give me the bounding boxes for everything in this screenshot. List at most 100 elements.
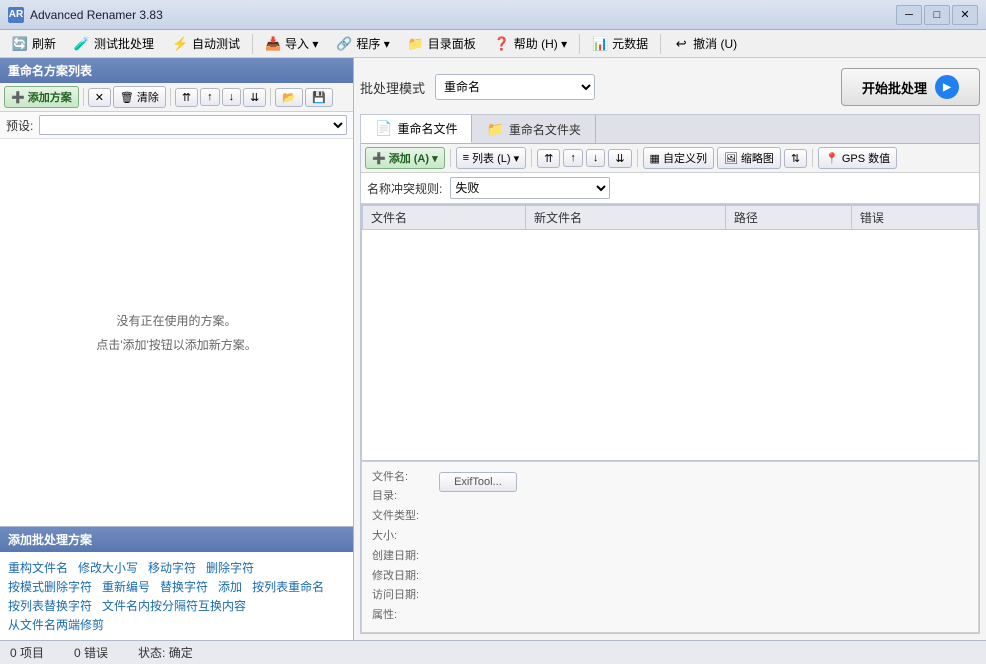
menu-help[interactable]: ❓ 帮助 (H) ▾ bbox=[486, 32, 575, 55]
program-icon: 🔗 bbox=[336, 36, 352, 52]
batch-link-case[interactable]: 修改大小写 bbox=[78, 558, 138, 577]
window-title: Advanced Renamer 3.83 bbox=[30, 8, 896, 22]
menu-bar: 🔄 刷新 🧪 测试批处理 ⚡ 自动测试 📥 导入 ▾ 🔗 程序 ▾ 📁 目录面板… bbox=[0, 30, 986, 58]
batch-link-delete-char[interactable]: 删除字符 bbox=[206, 558, 254, 577]
batch-link-list-rename[interactable]: 按列表重命名 bbox=[252, 577, 324, 596]
menu-batch-test-label: 测试批处理 bbox=[94, 35, 154, 52]
move-bottom-button[interactable]: ⇊ bbox=[243, 88, 266, 107]
rt-move-bottom[interactable]: ⇊ bbox=[608, 149, 631, 168]
file-table: 文件名 新文件名 路径 错误 bbox=[362, 205, 978, 230]
move-up-button[interactable]: ↑ bbox=[200, 88, 220, 106]
menu-undo-label: 撤消 (U) bbox=[693, 35, 737, 52]
maximize-button[interactable]: □ bbox=[924, 5, 950, 25]
minimize-button[interactable]: ─ bbox=[896, 5, 922, 25]
gps-icon: 📍 bbox=[825, 152, 839, 165]
batch-link-rename[interactable]: 重构文件名 bbox=[8, 558, 68, 577]
folder-icon: 📁 bbox=[486, 121, 503, 138]
exif-tool-button[interactable]: ExifTool... bbox=[439, 472, 517, 492]
file-icon: 📄 bbox=[375, 120, 392, 137]
add-batch-links: 重构文件名 修改大小写 移动字符 删除字符 按模式删除字符 重新编号 替换字符 … bbox=[0, 552, 353, 640]
add-batch-section: 添加批处理方案 重构文件名 修改大小写 移动字符 删除字符 按模式删除字符 重新… bbox=[0, 526, 353, 640]
batch-link-move-char[interactable]: 移动字符 bbox=[148, 558, 196, 577]
menu-batch-test[interactable]: 🧪 测试批处理 bbox=[66, 32, 162, 55]
window-controls: ─ □ ✕ bbox=[896, 5, 978, 25]
file-table-wrapper: 文件名 新文件名 路径 错误 bbox=[361, 204, 979, 461]
tab-rename-file-label: 重命名文件 bbox=[397, 120, 457, 137]
tab-rename-folder[interactable]: 📁 重命名文件夹 bbox=[472, 115, 595, 143]
batch-link-add[interactable]: 添加 bbox=[218, 577, 242, 596]
batch-mode-label: 批处理模式 bbox=[360, 78, 425, 97]
batch-mode-select[interactable]: 重命名 复制 移动 bbox=[435, 74, 595, 100]
col-error: 错误 bbox=[851, 206, 977, 230]
rt-move-up[interactable]: ↑ bbox=[563, 149, 583, 167]
menu-dir-panel-label: 目录面板 bbox=[428, 35, 476, 52]
status-bar: 0 项目 0 错误 状态: 确定 bbox=[0, 640, 986, 664]
add-file-button[interactable]: ➕ 添加 (A) ▾ bbox=[365, 147, 445, 169]
info-attr-label: 属性: bbox=[372, 606, 419, 626]
menu-auto-test[interactable]: ⚡ 自动测试 bbox=[164, 32, 248, 55]
menu-dir-panel[interactable]: 📁 目录面板 bbox=[400, 32, 484, 55]
menu-import-label: 导入 ▾ bbox=[285, 35, 318, 52]
delete-scheme-button[interactable]: ✕ bbox=[88, 88, 111, 107]
batch-link-trim[interactable]: 从文件名两端修剪 bbox=[8, 615, 104, 634]
info-type-label: 文件类型: bbox=[372, 507, 419, 527]
auto-test-icon: ⚡ bbox=[172, 36, 188, 52]
menu-help-label: 帮助 (H) ▾ bbox=[514, 35, 567, 52]
conflict-select[interactable]: 失败 跳过 覆盖 bbox=[450, 177, 610, 199]
move-top-button[interactable]: ⇈ bbox=[175, 88, 198, 107]
gps-label: GPS 数值 bbox=[842, 150, 890, 166]
menu-sep-1 bbox=[252, 34, 253, 54]
sort-icon: ⇅ bbox=[791, 152, 800, 165]
col-filename: 文件名 bbox=[363, 206, 526, 230]
add-file-label: 添加 (A) ▾ bbox=[389, 150, 438, 166]
custom-col-icon: ▦ bbox=[650, 152, 660, 165]
thumbnail-button[interactable]: 🖼 缩略图 bbox=[717, 147, 781, 169]
list-view-button[interactable]: ≡ 列表 (L) ▾ bbox=[456, 147, 527, 169]
gps-button[interactable]: 📍 GPS 数值 bbox=[818, 147, 897, 169]
left-panel: 重命名方案列表 ➕ 添加方案 ✕ 🗑 清除 ⇈ ↑ ↓ bbox=[0, 58, 354, 640]
delete-icon: ✕ bbox=[95, 91, 104, 104]
rt-sep-2 bbox=[531, 149, 532, 167]
preset-select[interactable] bbox=[39, 115, 347, 135]
list-icon: ≡ bbox=[463, 152, 469, 164]
menu-refresh[interactable]: 🔄 刷新 bbox=[4, 32, 64, 55]
batch-link-renumber[interactable]: 重新编号 bbox=[102, 577, 150, 596]
move-down-button[interactable]: ↓ bbox=[222, 88, 242, 106]
menu-refresh-label: 刷新 bbox=[32, 35, 56, 52]
thumbnail-icon: 🖼 bbox=[724, 152, 738, 165]
main-layout: 重命名方案列表 ➕ 添加方案 ✕ 🗑 清除 ⇈ ↑ ↓ bbox=[0, 58, 986, 640]
status-items: 0 项目 bbox=[10, 644, 44, 661]
menu-metadata[interactable]: 📊 元数据 bbox=[584, 32, 656, 55]
add-batch-header: 添加批处理方案 bbox=[0, 527, 353, 552]
add-scheme-label: 添加方案 bbox=[28, 89, 72, 105]
menu-undo[interactable]: ↩ 撤消 (U) bbox=[665, 32, 745, 55]
sort-button[interactable]: ⇅ bbox=[784, 149, 807, 168]
tab-rename-file[interactable]: 📄 重命名文件 bbox=[361, 115, 472, 143]
move-top-icon: ⇈ bbox=[182, 91, 191, 104]
batch-link-pattern-delete[interactable]: 按模式删除字符 bbox=[8, 577, 92, 596]
rt-move-down[interactable]: ↓ bbox=[586, 149, 606, 167]
custom-col-button[interactable]: ▦ 自定义列 bbox=[643, 147, 714, 169]
close-button[interactable]: ✕ bbox=[952, 5, 978, 25]
menu-metadata-label: 元数据 bbox=[612, 35, 648, 52]
batch-link-swap[interactable]: 文件名内按分隔符互换内容 bbox=[102, 596, 246, 615]
open-folder-button[interactable]: 📂 bbox=[275, 88, 303, 107]
rt-move-top[interactable]: ⇈ bbox=[537, 149, 560, 168]
app-icon: AR bbox=[8, 7, 24, 23]
start-batch-button[interactable]: 开始批处理 ▶ bbox=[841, 68, 980, 106]
undo-icon: ↩ bbox=[673, 36, 689, 52]
clear-scheme-button[interactable]: 🗑 清除 bbox=[113, 86, 166, 108]
menu-program[interactable]: 🔗 程序 ▾ bbox=[328, 32, 397, 55]
list-label: 列表 (L) ▾ bbox=[472, 150, 519, 166]
empty-line1: 没有正在使用的方案。 bbox=[96, 309, 257, 333]
batch-link-replace[interactable]: 替换字符 bbox=[160, 577, 208, 596]
rt-sep-4 bbox=[812, 149, 813, 167]
import-icon: 📥 bbox=[265, 36, 281, 52]
status-errors: 0 错误 bbox=[74, 644, 108, 661]
menu-import[interactable]: 📥 导入 ▾ bbox=[257, 32, 326, 55]
open-folder-icon: 📂 bbox=[282, 91, 296, 104]
tab-rename-folder-label: 重命名文件夹 bbox=[509, 121, 581, 138]
add-scheme-button[interactable]: ➕ 添加方案 bbox=[4, 86, 79, 108]
batch-link-list-replace[interactable]: 按列表替换字符 bbox=[8, 596, 92, 615]
save-button[interactable]: 💾 bbox=[305, 88, 333, 107]
